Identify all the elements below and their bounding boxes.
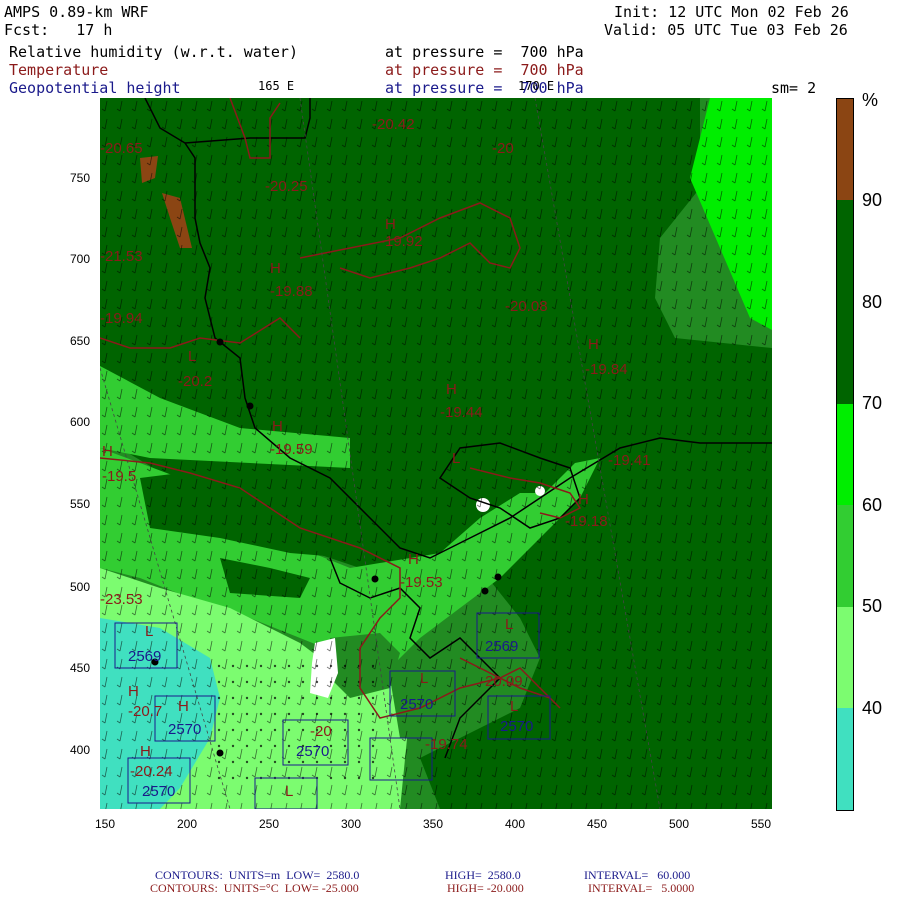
smoothing-label: sm= 2	[771, 79, 817, 97]
temp-label: -20	[310, 723, 332, 740]
footer-temp-interval: INTERVAL= 5.0000	[588, 881, 695, 895]
high-label: H	[578, 491, 589, 508]
low-label: L	[510, 698, 519, 715]
temp-label: -20.09	[480, 673, 523, 690]
temp-label: -19.59	[270, 441, 313, 458]
temp-label: -19.94	[100, 310, 143, 327]
height-label: 2570	[168, 721, 202, 738]
colorbar-segment	[837, 607, 853, 708]
high-label: H	[446, 381, 457, 398]
colorbar-segment	[837, 505, 853, 607]
high-label: H	[102, 443, 113, 460]
colorbar-label: 50	[862, 596, 883, 616]
temp-label: -21.53	[100, 248, 143, 265]
x-tick: 300	[341, 817, 362, 831]
temp-label: -19.84	[585, 361, 628, 378]
high-label: H	[270, 260, 281, 277]
lon-label-170e: 170 E	[518, 79, 555, 93]
x-tick: 350	[423, 817, 444, 831]
low-label: L	[285, 783, 294, 800]
y-tick: 500	[70, 580, 91, 594]
low-label: L	[420, 670, 429, 687]
y-tick: 550	[70, 497, 91, 511]
height-label: 2570	[142, 783, 176, 800]
high-label: H	[408, 551, 419, 568]
low-label: L	[145, 623, 154, 640]
colorbar-label: 40	[862, 698, 883, 718]
y-tick: 650	[70, 334, 91, 348]
temp-label: -19.92	[380, 233, 423, 250]
temp-label: -20.08	[505, 298, 548, 315]
field-temp-level: at pressure = 700 hPa	[385, 61, 584, 79]
temp-label: -20.7	[128, 703, 163, 720]
low-label: L	[505, 616, 514, 633]
x-tick: 450	[587, 817, 608, 831]
low-label: L	[452, 450, 461, 467]
x-tick: 550	[751, 817, 772, 831]
high-label: H	[385, 216, 396, 233]
colorbar-label: 80	[862, 292, 883, 312]
map-label-layer: -20.65 -20.42 -20.25 -20 -19.92 -19.88 -…	[100, 98, 772, 809]
y-tick: 450	[70, 661, 91, 675]
temp-label: -19.44	[440, 404, 483, 421]
colorbar-label: 60	[862, 495, 883, 515]
valid-time: Valid: 05 UTC Tue 03 Feb 26	[604, 21, 848, 39]
lon-label-165e: 165 E	[258, 79, 295, 93]
footer-temp-high: HIGH= -20.000	[447, 881, 524, 895]
temp-label: -19.74	[425, 736, 468, 753]
model-title: AMPS 0.89-km WRF	[4, 3, 149, 21]
temp-label: -19.18	[565, 513, 608, 530]
forecast-hour: Fcst: 17 h	[4, 21, 113, 39]
colorbar	[836, 98, 854, 811]
x-tick: 200	[177, 817, 198, 831]
colorbar-segment	[837, 404, 853, 505]
colorbar-segment	[837, 99, 853, 200]
temp-label: -19.41	[608, 452, 651, 469]
init-time: Init: 12 UTC Mon 02 Feb 26	[614, 3, 849, 21]
temp-label: -20.42	[372, 116, 415, 133]
low-label: L	[188, 348, 197, 365]
height-label: 2570	[500, 718, 534, 735]
temp-label: -20.65	[100, 140, 143, 157]
high-label: H	[140, 743, 151, 760]
x-tick: 250	[259, 817, 280, 831]
y-tick: 400	[70, 743, 91, 757]
colorbar-segment	[837, 200, 853, 302]
field-rh-label: Relative humidity (w.r.t. water)	[9, 43, 298, 61]
height-label: 2569	[485, 638, 519, 655]
x-tick: 500	[669, 817, 690, 831]
field-rh-level: at pressure = 700 hPa	[385, 43, 584, 61]
temp-label: -20.2	[178, 373, 213, 390]
x-tick: 150	[95, 817, 116, 831]
temp-label: -20	[492, 140, 514, 157]
colorbar-label: 70	[862, 393, 883, 413]
colorbar-unit: %	[862, 90, 879, 110]
colorbar-segment	[837, 302, 853, 404]
footer-temp-contours: CONTOURS: UNITS=°C LOW= -25.000	[150, 881, 359, 895]
colorbar-segment	[837, 708, 853, 810]
field-height-label: Geopotential height	[9, 79, 181, 97]
temp-label: -20.24	[130, 763, 173, 780]
high-label: H	[178, 698, 189, 715]
high-label: H	[588, 336, 599, 353]
high-label: H	[272, 418, 283, 435]
height-label: 2570	[296, 743, 330, 760]
height-label: 2569	[128, 648, 162, 665]
temp-label: -23.53	[100, 591, 143, 608]
temp-label: -20.25	[265, 178, 308, 195]
temp-label: -19.5	[102, 468, 137, 485]
field-temp-label: Temperature	[9, 61, 109, 79]
high-label: H	[128, 683, 139, 700]
y-tick: 750	[70, 171, 91, 185]
temp-label: -19.53	[400, 574, 443, 591]
x-tick: 400	[505, 817, 526, 831]
colorbar-label: 90	[862, 190, 883, 210]
y-tick: 600	[70, 415, 91, 429]
y-tick: 700	[70, 252, 91, 266]
temp-label: -19.88	[270, 283, 313, 300]
height-label: 2570	[400, 696, 434, 713]
